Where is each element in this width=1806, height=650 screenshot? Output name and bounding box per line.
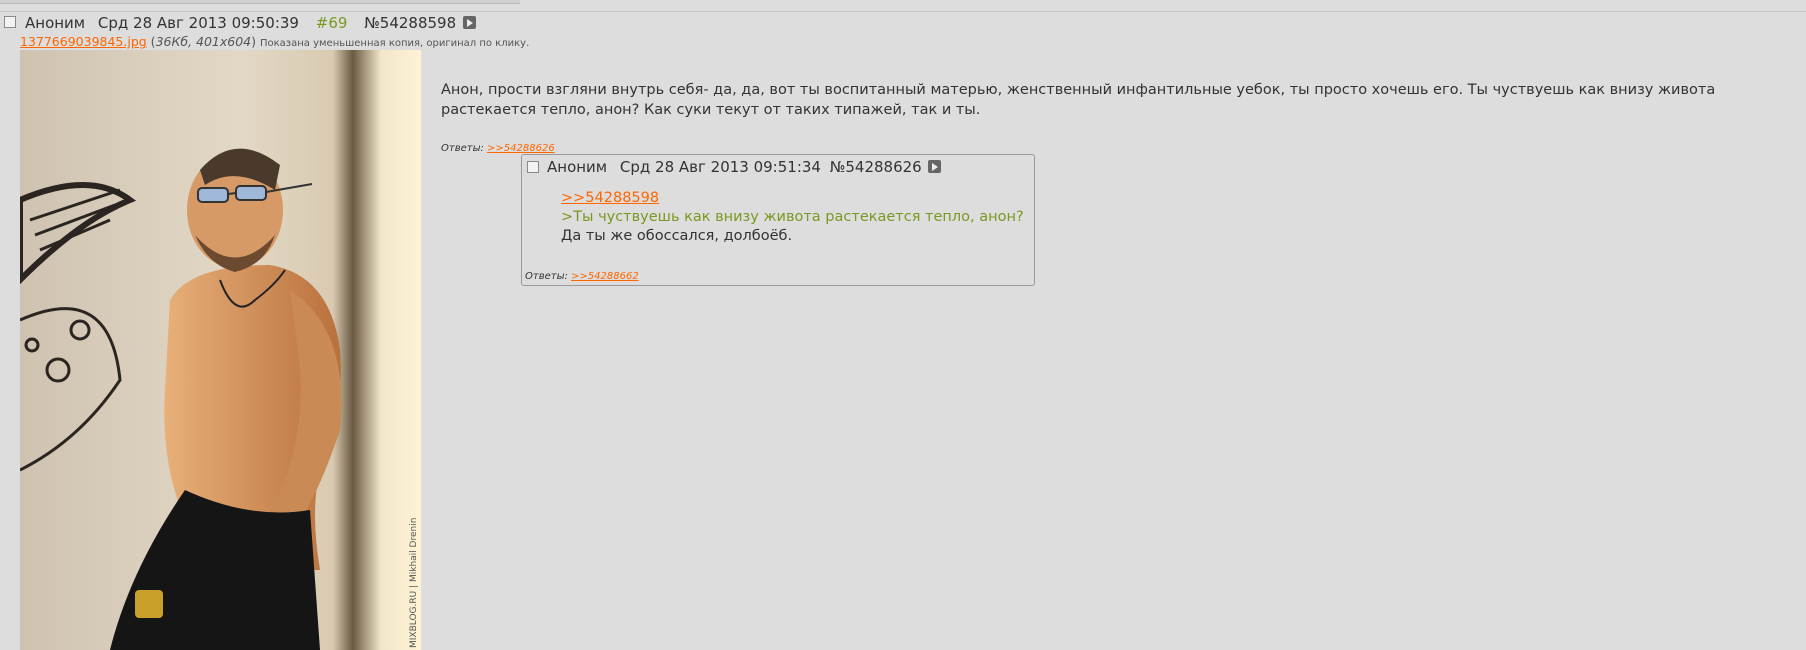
post-author: Аноним	[25, 14, 86, 32]
post-header: Аноним Срд 28 Авг 2013 09:50:39 #69 №542…	[25, 14, 484, 32]
top-divider	[0, 11, 1806, 12]
reply-expand-arrow-icon[interactable]	[928, 160, 942, 173]
reply-text: Да ты же обоссался, долбоёб.	[561, 228, 793, 244]
reply-number-link[interactable]: №54288626	[830, 158, 922, 176]
post-index: #69	[315, 14, 348, 32]
post-message: Анон, прости взгляни внутрь себя- да, да…	[441, 82, 1716, 118]
reply-date: Срд 28 Авг 2013 09:51:34	[619, 158, 821, 176]
reply-preview-popup: Аноним Срд 28 Авг 2013 09:51:34 №5428862…	[521, 154, 1035, 286]
post-number-link[interactable]: №54288598	[364, 14, 456, 32]
expand-arrow-icon[interactable]	[462, 16, 476, 29]
file-link[interactable]: 1377669039845.jpg	[20, 34, 147, 49]
reply-body: >>54288598 >Ты чуствуешь как внизу живот…	[561, 189, 1024, 246]
post-select-checkbox[interactable]	[4, 16, 16, 28]
top-scrollbar-edge	[0, 0, 520, 4]
reply-replies: Ответы: >>54288662	[525, 271, 639, 282]
file-note: Показана уменьшенная копия, оригинал по …	[259, 38, 530, 49]
post-reply-link[interactable]: >>54288626	[487, 143, 555, 154]
reply-header: Аноним Срд 28 Авг 2013 09:51:34 №5428862…	[547, 158, 949, 176]
reply-ref-link[interactable]: >>54288598	[561, 190, 659, 206]
post-replies: Ответы: >>54288626	[441, 143, 555, 154]
reply-author: Аноним	[547, 158, 608, 176]
reply-quote: >Ты чуствуешь как внизу живота растекает…	[561, 209, 1024, 225]
file-info: 1377669039845.jpg (36Кб, 401x604) Показа…	[20, 34, 530, 49]
post-date: Срд 28 Авг 2013 09:50:39	[97, 14, 299, 32]
reply-select-checkbox[interactable]	[527, 161, 539, 173]
man-photo-image: MIXBLOG.RU | Mikhail Drenin	[20, 50, 421, 650]
photo-watermark: MIXBLOG.RU | Mikhail Drenin	[409, 518, 419, 648]
reply-reply-link[interactable]: >>54288662	[571, 271, 639, 282]
post-image-thumbnail[interactable]: MIXBLOG.RU | Mikhail Drenin	[20, 50, 421, 650]
reply-replies-label: Ответы:	[525, 271, 568, 282]
file-meta: 36Кб, 401x604	[155, 34, 252, 49]
post-replies-label: Ответы:	[441, 143, 484, 154]
